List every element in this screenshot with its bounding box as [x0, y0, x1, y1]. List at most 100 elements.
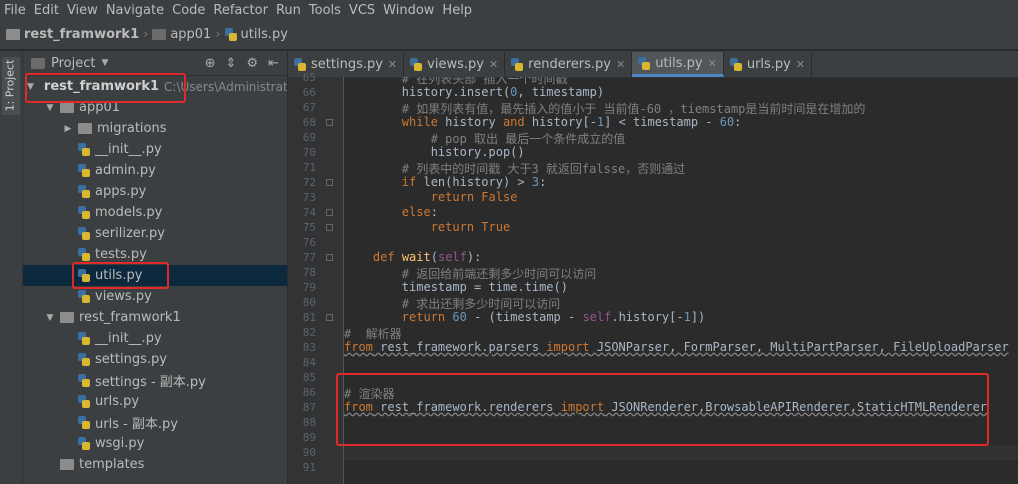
menu-refactor[interactable]: Refactor: [209, 3, 272, 18]
tree-item[interactable]: views.py: [23, 286, 287, 307]
expand-arrow-icon[interactable]: ▼: [45, 313, 55, 323]
gear-icon[interactable]: ⚙: [246, 56, 258, 71]
tree-item[interactable]: urls.py: [23, 391, 287, 412]
python-file-icon: [78, 227, 90, 240]
tool-window-strip: 1: Project: [0, 51, 23, 484]
tree-item-label: views.py: [95, 289, 152, 304]
python-file-icon: [78, 353, 90, 366]
tree-item[interactable]: ▼ rest_framwork1: [23, 307, 287, 328]
collapse-icon[interactable]: ⇕: [226, 56, 237, 71]
menu-tools[interactable]: Tools: [305, 3, 345, 18]
chevron-right-icon: ›: [143, 27, 149, 42]
menu-file[interactable]: File: [0, 3, 30, 18]
python-file-icon: [78, 206, 90, 219]
tree-item-label: rest_framwork1: [79, 310, 181, 325]
project-tool-tab[interactable]: 1: Project: [2, 57, 20, 115]
tree-item[interactable]: apps.py: [23, 181, 287, 202]
line-number: 88: [302, 416, 316, 429]
expand-arrow-icon[interactable]: ▼: [45, 103, 55, 113]
fold-marker-icon[interactable]: [326, 119, 333, 126]
tab-label: views.py: [427, 57, 484, 72]
menu-window[interactable]: Window: [379, 3, 438, 18]
tree-item[interactable]: ▶ migrations: [23, 118, 287, 139]
chevron-down-icon[interactable]: ▼: [101, 58, 108, 68]
tree-item[interactable]: settings - 副本.py: [23, 370, 287, 391]
line-number: 83: [302, 341, 316, 354]
tree-item[interactable]: wsgi.py: [23, 433, 287, 454]
tree-item-label: wsgi.py: [95, 436, 145, 451]
code-line: else:: [401, 205, 438, 219]
line-number: 66: [302, 86, 316, 99]
tree-item-label: tests.py: [95, 247, 147, 262]
code-line: history.insert(0, timestamp): [344, 85, 605, 99]
python-file-icon: [78, 416, 90, 429]
menu-vcs[interactable]: VCS: [345, 3, 379, 18]
python-file-icon: [511, 58, 524, 71]
tab-label: utils.py: [655, 55, 703, 71]
line-number: 69: [302, 131, 316, 144]
line-number: 90: [302, 446, 316, 459]
menu-view[interactable]: View: [63, 3, 102, 18]
close-icon[interactable]: ✕: [796, 58, 805, 71]
line-number: 68: [302, 116, 316, 129]
python-file-icon: [224, 28, 237, 41]
hide-icon[interactable]: ⇤: [268, 56, 279, 71]
tree-item[interactable]: models.py: [23, 202, 287, 223]
project-view-selector[interactable]: Project: [51, 56, 95, 71]
close-icon[interactable]: ✕: [388, 58, 397, 71]
tree-item[interactable]: __init__.py: [23, 139, 287, 160]
breadcrumb-root[interactable]: rest_framwork1: [6, 27, 139, 42]
breadcrumb-folder[interactable]: app01: [152, 27, 211, 42]
sync-icon[interactable]: ⊕: [205, 56, 216, 71]
collapse-arrow-icon[interactable]: ▶: [63, 124, 73, 134]
code-line: return False: [430, 190, 518, 204]
tree-item-label: admin.py: [95, 163, 156, 178]
python-file-icon: [78, 248, 90, 261]
tree-item[interactable]: templates: [23, 454, 287, 475]
menu-help[interactable]: Help: [438, 3, 476, 18]
line-number: 85: [302, 371, 316, 384]
fold-marker-icon[interactable]: [326, 224, 333, 231]
line-number: 86: [302, 386, 316, 399]
close-icon[interactable]: ✕: [616, 58, 625, 71]
code-line: while history and history[-1] < timestam…: [401, 115, 742, 129]
tab-utils[interactable]: utils.py ✕: [632, 52, 724, 77]
line-number: 89: [302, 431, 316, 444]
close-icon[interactable]: ✕: [489, 58, 498, 71]
code-line: return True: [430, 220, 511, 234]
project-panel: Project ▼ ⊕ ⇕ ⚙ ⇤ ▼ rest_framwork1 C:\Us…: [23, 51, 287, 484]
line-number: 76: [302, 236, 316, 249]
folder-icon: [152, 29, 167, 40]
tree-item[interactable]: __init__.py: [23, 328, 287, 349]
folder-icon: [6, 29, 20, 40]
python-file-icon: [78, 143, 90, 156]
tree-item[interactable]: admin.py: [23, 160, 287, 181]
breadcrumb-file[interactable]: utils.py: [224, 27, 288, 42]
menu-run[interactable]: Run: [272, 3, 305, 18]
fold-marker-icon[interactable]: [326, 254, 333, 261]
menu-navigate[interactable]: Navigate: [102, 3, 168, 18]
navigation-bar: rest_framwork1 › app01 › utils.py: [0, 20, 1018, 50]
python-file-icon: [410, 58, 423, 71]
tab-views[interactable]: views.py ✕: [404, 52, 506, 77]
menu-edit[interactable]: Edit: [30, 3, 63, 18]
line-number: 79: [302, 281, 316, 294]
line-number: 84: [302, 356, 316, 369]
tree-item-label: apps.py: [95, 184, 147, 199]
close-icon[interactable]: ✕: [708, 57, 717, 70]
fold-marker-icon[interactable]: [326, 314, 333, 321]
tab-urls[interactable]: urls.py ✕: [724, 52, 813, 77]
tree-item[interactable]: serilizer.py: [23, 223, 287, 244]
tab-renderers[interactable]: renderers.py ✕: [505, 52, 633, 77]
line-number: 80: [302, 296, 316, 309]
tree-item[interactable]: urls - 副本.py: [23, 412, 287, 433]
highlight-box-root: [25, 73, 186, 103]
fold-marker-icon[interactable]: [326, 179, 333, 186]
fold-marker-icon[interactable]: [326, 209, 333, 216]
menu-code[interactable]: Code: [168, 3, 209, 18]
python-file-icon: [294, 58, 306, 71]
python-file-icon: [78, 395, 90, 408]
editor-area: settings.py ✕ views.py ✕ renderers.py ✕ utils.…: [288, 51, 1018, 484]
tree-item-label: settings.py: [95, 352, 167, 367]
tree-item[interactable]: settings.py: [23, 349, 287, 370]
